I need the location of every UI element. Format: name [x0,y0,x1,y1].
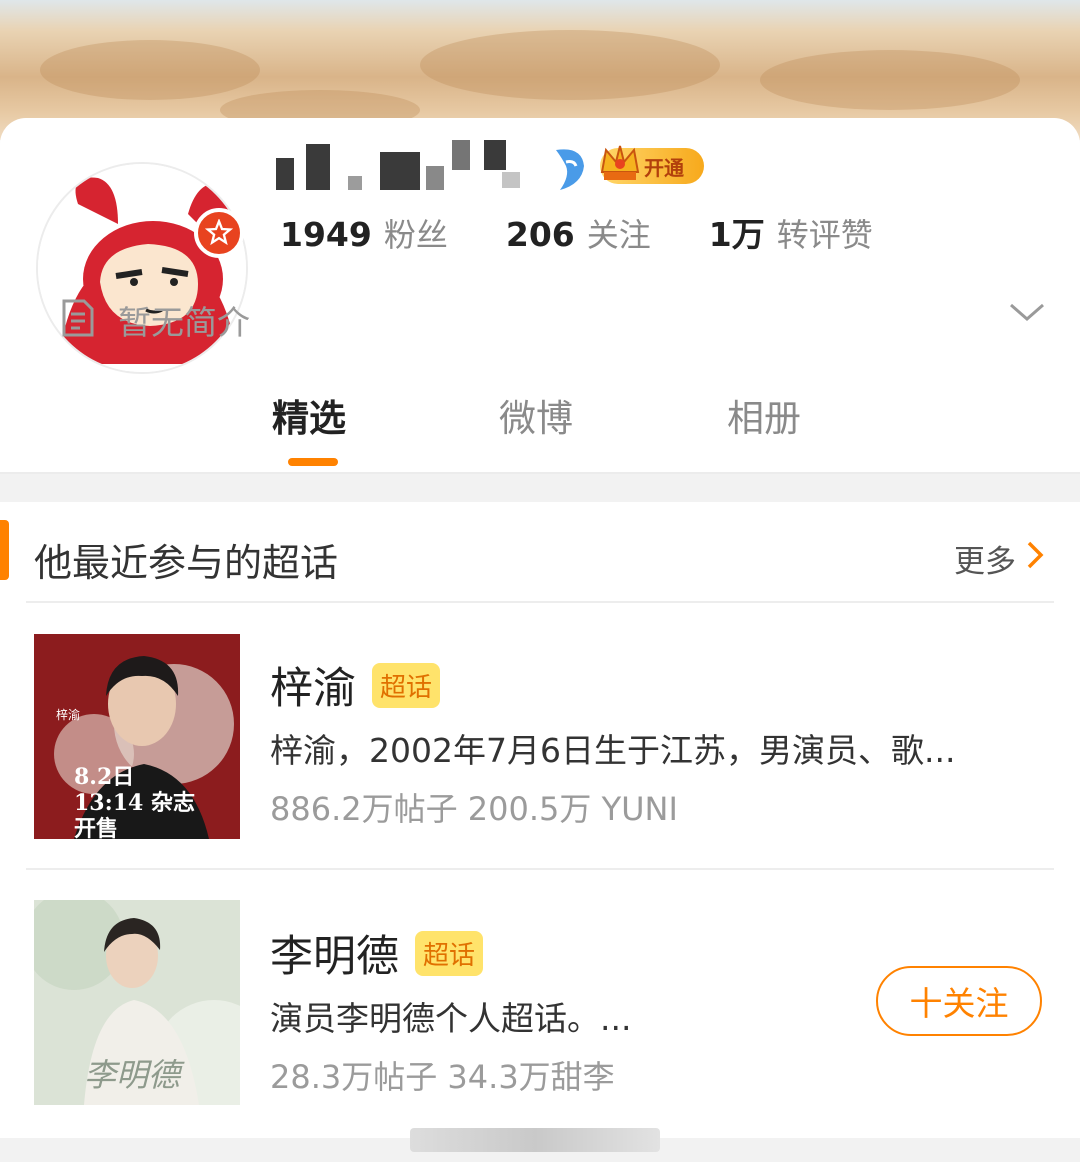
bird-icon [552,146,588,196]
topic-name: 李明德 [270,932,399,982]
stat-followers[interactable]: 1949 粉丝 [280,210,448,256]
blurred-footer [410,1128,660,1152]
topic-name: 梓渝 [270,664,356,714]
stat-following[interactable]: 206 关注 [506,210,651,256]
document-icon [60,298,96,342]
profile-stats: 1949 粉丝 206 关注 1万 转评赞 [280,208,931,254]
topic-name-row: 李明德 超话 [270,922,484,984]
active-tab-indicator [288,458,338,466]
username-blurred [276,136,526,196]
follow-button[interactable]: 十关注 [876,966,1042,1036]
thumbnail-caption: 8.2日 13:14 杂志开售 [74,764,196,839]
stat-number: 206 [505,215,575,254]
tab-divider [0,472,1080,474]
section-accent-bar [0,520,9,580]
thumbnail-small-label: 梓渝 [56,708,81,722]
supertopic-tag: 超话 [372,662,441,708]
tab-album[interactable]: 相册 [727,388,801,442]
tab-bar: 精选 微博 相册 [0,388,1080,474]
chevron-right-icon [1026,540,1044,578]
divider [26,601,1054,603]
section-title: 他最近参与的超话 [34,541,339,585]
topic-meta: 886.2万帖子 200.5万 YUNI [270,790,678,828]
supertopic-tag: 超话 [415,930,484,976]
vip-label: 开通 [644,155,684,180]
topic-name-row: 梓渝 超话 [270,654,441,716]
more-label: 更多 [954,544,1016,580]
topic-meta: 28.3万帖子 34.3万甜李 [270,1058,615,1096]
stat-number: 1949 [280,215,372,254]
stat-label: 转评赞 [776,216,873,254]
tab-featured[interactable]: 精选 [272,388,346,442]
stat-label: 粉丝 [383,216,448,254]
thumbnail-caption: 李明德 [84,1056,181,1094]
bio-row[interactable]: 暂无简介 [60,296,250,344]
chevron-down-icon[interactable] [1008,300,1046,330]
vip-open-button[interactable]: 开通 [600,145,704,184]
topic-item[interactable]: 8.2日 13:14 杂志开售 梓渝 梓渝 超话 梓渝，2002年7月6日生于江… [0,632,1080,842]
topic-description: 演员李明德个人超话。... [270,999,632,1038]
tab-weibo[interactable]: 微博 [499,388,573,442]
stat-number: 1万 [708,215,765,254]
stat-interactions[interactable]: 1万 转评赞 [709,208,873,256]
topic-thumbnail: 李明德 [34,900,240,1105]
stat-label: 关注 [586,216,651,254]
crown-icon [598,142,642,193]
topic-thumbnail: 8.2日 13:14 杂志开售 梓渝 [34,634,240,839]
divider [26,868,1054,870]
verified-badge-icon [194,208,244,258]
bio-text: 暂无简介 [118,303,250,342]
more-link[interactable]: 更多 [954,536,1044,581]
topic-description: 梓渝，2002年7月6日生于江苏，男演员、歌... [270,731,956,770]
